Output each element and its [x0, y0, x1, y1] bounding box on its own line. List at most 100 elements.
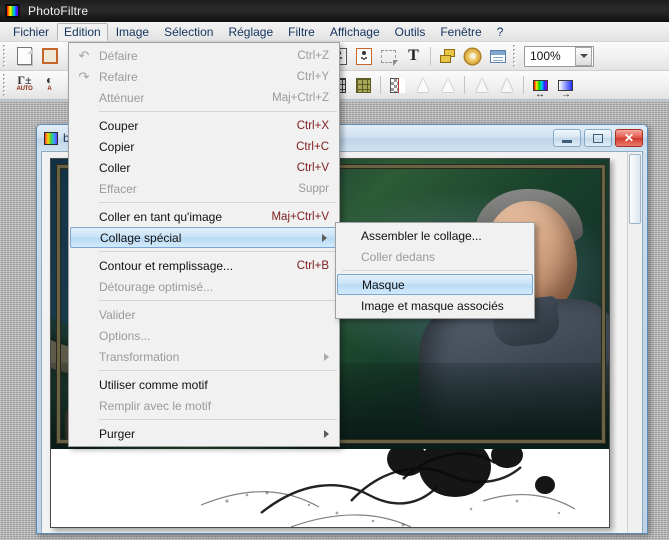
menubar-item-help[interactable]: ?: [490, 23, 511, 41]
menu-separator: [99, 111, 337, 112]
selection-icon[interactable]: [376, 44, 401, 69]
menu-item-accelerator: Maj+Ctrl+Z: [272, 91, 329, 104]
application-title: PhotoFiltre: [28, 4, 89, 18]
minimize-button[interactable]: [553, 129, 581, 147]
menubar-item-image[interactable]: Image: [109, 23, 156, 41]
menu-item-accelerator: Ctrl+Z: [297, 49, 329, 62]
zoom-value: 100%: [530, 49, 561, 63]
menu-item-accelerator: Suppr: [298, 182, 329, 195]
submenu-item-image-et-masque-associes[interactable]: Image et masque associés: [336, 295, 534, 316]
menu-item-accelerator: Ctrl+Y: [296, 70, 329, 83]
menu-item-effacer[interactable]: Effacer Suppr: [69, 178, 339, 199]
photofiltre-logo-icon: [5, 4, 20, 18]
menu-item-contour-et-remplissage[interactable]: Contour et remplissage... Ctrl+B: [69, 255, 339, 276]
scrollbar-thumb[interactable]: [629, 154, 641, 224]
menu-item-label: Image et masque associés: [361, 298, 504, 313]
menu-item-accelerator: Ctrl+C: [296, 140, 329, 153]
menu-item-utiliser-comme-motif[interactable]: Utiliser comme motif: [69, 374, 339, 395]
menu-item-coller[interactable]: Coller Ctrl+V: [69, 157, 339, 178]
auto-level-icon[interactable]: Γ± AUTO: [12, 73, 37, 98]
menu-item-options[interactable]: Options...: [69, 325, 339, 346]
image-document-icon: [44, 131, 58, 145]
menu-item-accelerator: Ctrl+X: [296, 119, 329, 132]
layers-icon[interactable]: [435, 44, 460, 69]
edition-dropdown-menu: ↶ Défaire Ctrl+Z ↷ Refaire Ctrl+Y Atténu…: [68, 42, 340, 447]
menu-item-remplir-avec-le-motif[interactable]: Remplir avec le motif: [69, 395, 339, 416]
menu-item-label: Transformation: [99, 349, 180, 364]
transparency-icon[interactable]: [385, 73, 410, 98]
collage-special-submenu: Assembler le collage... Coller dedans Ma…: [335, 222, 535, 319]
menubar-item-affichage[interactable]: Affichage: [323, 23, 387, 41]
menu-item-label: Masque: [362, 277, 405, 292]
toolbar-separator: [380, 76, 381, 94]
menu-item-label: Utiliser comme motif: [99, 377, 208, 392]
palette-icon[interactable]: [460, 44, 485, 69]
menu-item-label: Assembler le collage...: [361, 228, 482, 243]
menu-item-accelerator: Ctrl+B: [296, 259, 329, 272]
menu-item-attenuer[interactable]: Atténuer Maj+Ctrl+Z: [69, 87, 339, 108]
chevron-down-icon[interactable]: [575, 46, 592, 66]
menubar-item-fenetre[interactable]: Fenêtre: [433, 23, 488, 41]
menu-item-defaire[interactable]: ↶ Défaire Ctrl+Z: [69, 45, 339, 66]
window-icon[interactable]: [485, 44, 510, 69]
menubar-item-edition[interactable]: Edition: [57, 22, 108, 41]
zoom-combo[interactable]: 100%: [524, 45, 594, 67]
menubar-item-filtre[interactable]: Filtre: [281, 23, 322, 41]
menu-item-copier[interactable]: Copier Ctrl+C: [69, 136, 339, 157]
menu-item-label: Effacer: [99, 181, 137, 196]
blur-drops-icon[interactable]: [435, 73, 460, 98]
menu-item-label: Options...: [99, 328, 151, 343]
menu-item-refaire[interactable]: ↷ Refaire Ctrl+Y: [69, 66, 339, 87]
menu-item-collage-special[interactable]: Collage spécial: [70, 227, 338, 248]
toolbar-separator: [464, 76, 465, 94]
menubar-item-selection[interactable]: Sélection: [157, 23, 220, 41]
submenu-item-masque[interactable]: Masque: [337, 274, 533, 295]
application-titlebar: PhotoFiltre: [0, 0, 669, 22]
toolbar-grip-2[interactable]: [2, 74, 9, 96]
menu-item-transformation[interactable]: Transformation: [69, 346, 339, 367]
submenu-arrow-icon: [322, 233, 327, 242]
menu-item-accelerator: Maj+Ctrl+V: [271, 210, 329, 223]
sharpen-icon[interactable]: [469, 73, 494, 98]
spectrum-gradient-icon[interactable]: [528, 73, 553, 100]
text-tool-icon[interactable]: T: [401, 44, 426, 69]
blur-drop-icon[interactable]: [410, 73, 435, 98]
vertical-scrollbar[interactable]: [627, 152, 642, 533]
menu-item-label: Contour et remplissage...: [99, 258, 234, 273]
toolbar-grip-zoom[interactable]: [512, 45, 519, 67]
new-document-icon[interactable]: [12, 44, 37, 69]
menubar-item-fichier[interactable]: Fichier: [6, 23, 56, 41]
menu-item-label: Défaire: [99, 48, 138, 63]
menubar-item-outils[interactable]: Outils: [388, 23, 433, 41]
submenu-arrow-icon: [324, 429, 329, 438]
grid-olive-icon[interactable]: [351, 73, 376, 98]
menu-item-valider[interactable]: Valider: [69, 304, 339, 325]
sharpen-more-icon[interactable]: [494, 73, 519, 98]
menu-item-accelerator: Ctrl+V: [296, 161, 329, 174]
close-icon: ✕: [623, 131, 635, 145]
submenu-arrow-icon: [324, 352, 329, 361]
menu-separator: [99, 370, 337, 371]
maximize-button[interactable]: [584, 129, 612, 147]
open-folder-icon[interactable]: [37, 44, 62, 69]
close-button[interactable]: ✕: [615, 129, 643, 147]
paste-image-icon[interactable]: [351, 44, 376, 69]
blue-gradient-icon[interactable]: [553, 73, 578, 100]
menu-item-detourage-optimise[interactable]: Détourage optimisé...: [69, 276, 339, 297]
menu-separator: [99, 419, 337, 420]
auto-contrast-icon[interactable]: ◐ A: [37, 73, 62, 98]
submenu-item-coller-dedans[interactable]: Coller dedans: [336, 246, 534, 267]
toolbar-grip[interactable]: [2, 45, 9, 67]
menu-separator: [99, 300, 337, 301]
menu-item-coller-en-tant-qu-image[interactable]: Coller en tant qu'image Maj+Ctrl+V: [69, 206, 339, 227]
menu-item-purger[interactable]: Purger: [69, 423, 339, 444]
menu-item-couper[interactable]: Couper Ctrl+X: [69, 115, 339, 136]
menubar-item-reglage[interactable]: Réglage: [221, 23, 280, 41]
submenu-item-assembler-le-collage[interactable]: Assembler le collage...: [336, 225, 534, 246]
toolbar-separator: [430, 47, 431, 65]
menu-separator: [342, 270, 528, 271]
menu-item-label: Coller: [99, 160, 131, 175]
menu-item-label: Coller dedans: [361, 249, 436, 264]
menu-item-label: Valider: [99, 307, 136, 322]
smoke-graphic: [200, 449, 576, 527]
